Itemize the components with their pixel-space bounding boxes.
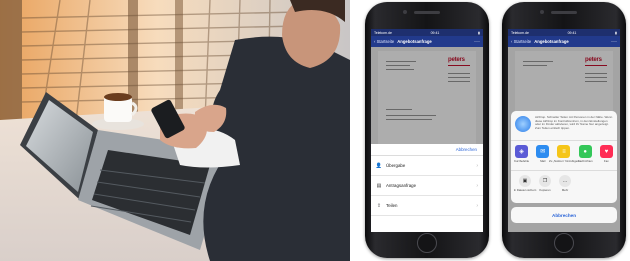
app-notizen[interactable]: ≡ Zu „Notizen“ hinzufügen: [549, 145, 579, 163]
more-icon[interactable]: ···: [474, 39, 480, 45]
back-button[interactable]: ‹ Startseite: [511, 39, 531, 44]
battery-icon: ▮: [478, 30, 480, 35]
action-sheet: Abbrechen 👤 Übergabe › ▤ Antragsanfrage …: [371, 144, 483, 232]
status-bar: Telekom.de 09:41 ▮: [371, 29, 483, 36]
chevron-right-icon: ›: [476, 202, 478, 209]
dim-overlay: [371, 47, 483, 144]
shortcuts-icon: ◈: [515, 145, 529, 158]
phone-screen: Telekom.de 09:41 ▮ ‹ Startseite Angebots…: [371, 29, 483, 232]
action-mehr[interactable]: … Mehr: [557, 175, 573, 201]
phone-speaker: [414, 11, 440, 14]
cancel-button[interactable]: Abbrechen: [511, 207, 617, 223]
airdrop-icon: [515, 116, 531, 132]
status-time: 09:41: [430, 30, 440, 35]
share-icon: ⇪: [376, 202, 382, 209]
home-button[interactable]: [417, 233, 437, 253]
action-kopieren[interactable]: ❐ Kopieren: [537, 175, 553, 201]
more-icon: …: [559, 175, 571, 187]
action-dateien[interactable]: ▣ In Dateien sichern: [514, 175, 536, 201]
app-nachrichten[interactable]: ● Nachrichten: [577, 145, 593, 163]
phone-mockup-1: Telekom.de 09:41 ▮ ‹ Startseite Angebots…: [365, 2, 489, 258]
copy-icon: ❐: [539, 175, 551, 187]
app-kurzbefehle[interactable]: ◈ Kurzbefehle: [514, 145, 530, 163]
phone-mockup-2: Telekom.de 09:41 ▮ ‹ Startseite Angebots…: [502, 2, 626, 258]
document-icon: ▤: [376, 182, 382, 189]
app-fav[interactable]: ♥ Fav: [598, 145, 614, 163]
phone-screen: Telekom.de 09:41 ▮ ‹ Startseite Angebots…: [508, 29, 620, 232]
nav-bar: ‹ Startseite Angebotsanfrage ···: [371, 36, 483, 47]
app-label: Nachrichten: [577, 159, 593, 163]
phone-speaker: [551, 11, 577, 14]
chevron-right-icon: ›: [476, 182, 478, 189]
chevron-right-icon: ›: [476, 162, 478, 169]
messages-icon: ●: [578, 145, 592, 158]
person-icon: 👤: [375, 162, 383, 169]
app-label: Fav: [604, 159, 609, 163]
share-card: AirDrop. Schneller Teilen mit Personen i…: [511, 111, 617, 203]
share-apps-row: ◈ Kurzbefehle ✉ Mail ≡ Zu „Notizen“ hinz…: [511, 141, 617, 171]
airdrop-section[interactable]: AirDrop. Schneller Teilen mit Personen i…: [511, 111, 617, 141]
share-actions-row: ▣ In Dateien sichern ❐ Kopieren … Mehr: [511, 171, 617, 201]
back-label: Startseite: [376, 39, 395, 44]
option-antragsanfrage[interactable]: ▤ Antragsanfrage ›: [371, 176, 483, 196]
action-label: Kopieren: [539, 188, 551, 192]
share-sheet: AirDrop. Schneller Teilen mit Personen i…: [511, 111, 617, 229]
photo-businessman: [0, 0, 350, 261]
battery-icon: ▮: [615, 30, 617, 35]
option-label: Teilen: [386, 203, 398, 208]
notes-icon: ≡: [557, 145, 571, 158]
home-button[interactable]: [554, 233, 574, 253]
nav-title: Angebotsanfrage: [534, 39, 569, 44]
app-label: Mail: [540, 159, 546, 163]
option-label: Antragsanfrage: [386, 183, 417, 188]
mail-icon: ✉: [536, 145, 550, 158]
phone-camera: [403, 10, 407, 14]
heart-icon: ♥: [599, 145, 613, 158]
option-uebergabe[interactable]: 👤 Übergabe ›: [371, 156, 483, 176]
option-teilen[interactable]: ⇪ Teilen ›: [371, 196, 483, 216]
airdrop-text: AirDrop. Schneller Teilen mit Personen i…: [535, 115, 613, 130]
app-label: Kurzbefehle: [514, 159, 530, 163]
cancel-link[interactable]: Abbrechen: [371, 144, 483, 156]
folder-icon: ▣: [519, 175, 531, 187]
phone-camera: [540, 10, 544, 14]
back-label: Startseite: [513, 39, 532, 44]
more-icon[interactable]: ···: [611, 39, 617, 45]
action-label: Mehr: [561, 188, 569, 192]
status-bar: Telekom.de 09:41 ▮: [508, 29, 620, 36]
status-carrier: Telekom.de: [511, 30, 529, 35]
status-carrier: Telekom.de: [374, 30, 392, 35]
nav-bar: ‹ Startseite Angebotsanfrage ···: [508, 36, 620, 47]
action-label: In Dateien sichern: [513, 188, 537, 192]
option-label: Übergabe: [386, 163, 406, 168]
app-label: Zu „Notizen“ hinzufügen: [549, 159, 579, 163]
photo-illustration: [0, 0, 350, 261]
back-button[interactable]: ‹ Startseite: [374, 39, 394, 44]
nav-title: Angebotsanfrage: [397, 39, 432, 44]
status-time: 09:41: [567, 30, 577, 35]
